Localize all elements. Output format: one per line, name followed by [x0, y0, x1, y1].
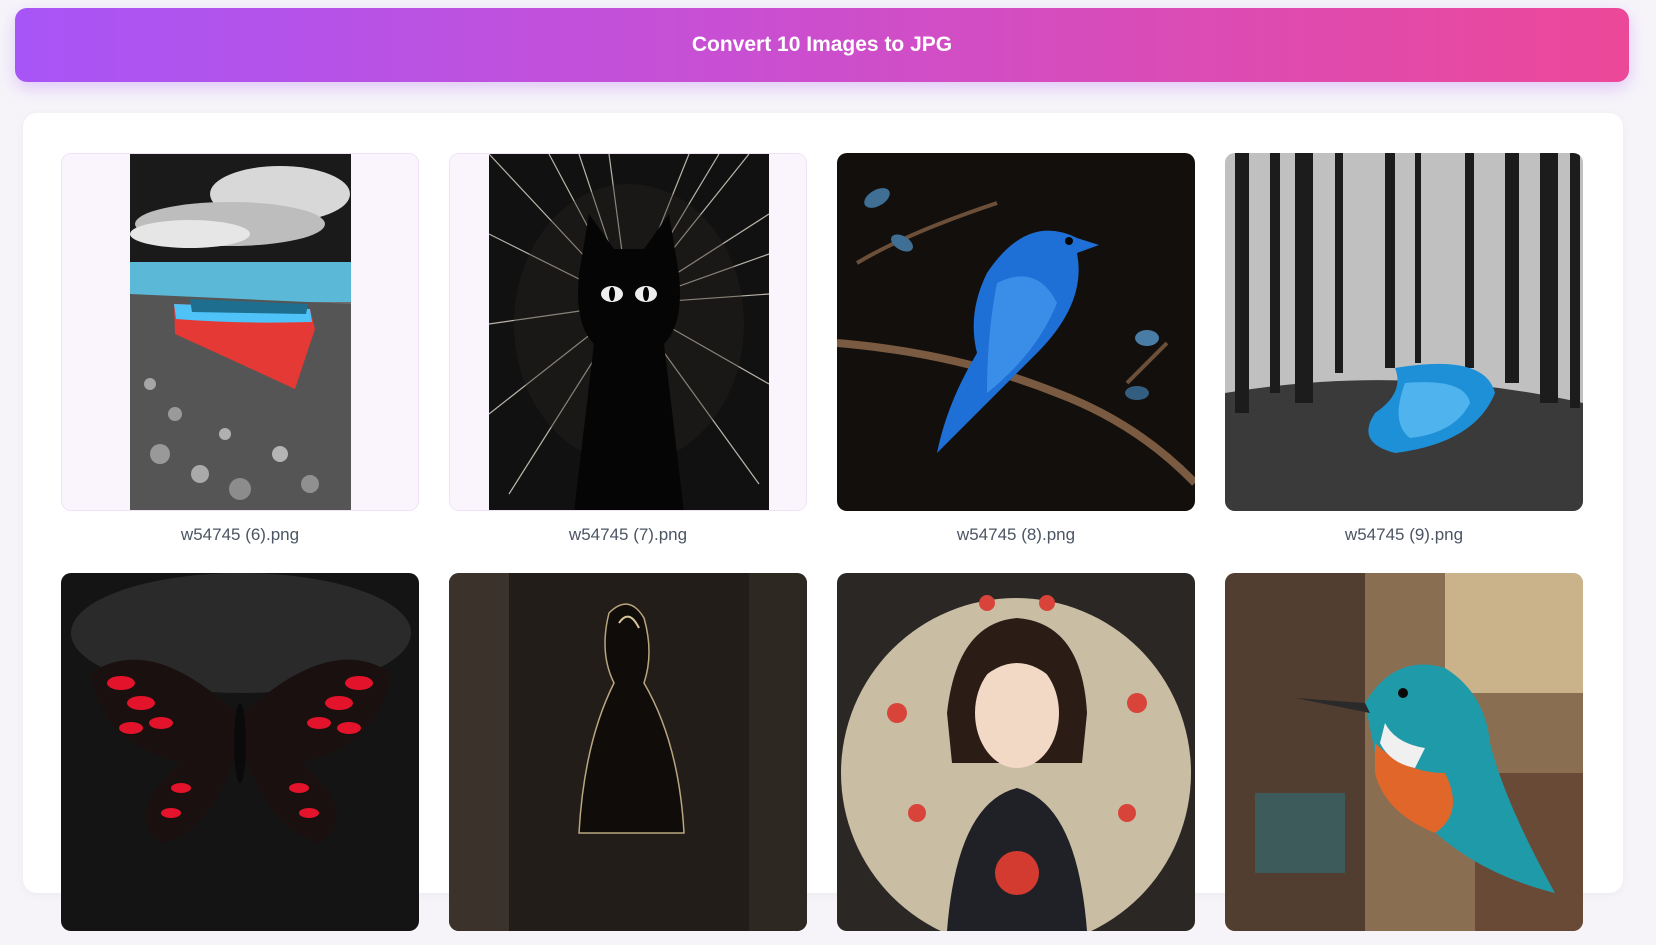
butterfly-image: [61, 573, 419, 931]
image-thumbnail[interactable]: [837, 153, 1195, 511]
dark-figure-image: [449, 573, 807, 931]
image-thumbnail[interactable]: [449, 153, 807, 511]
image-thumbnail[interactable]: [1225, 573, 1583, 931]
image-thumbnail[interactable]: [449, 573, 807, 931]
portrait-image: [837, 573, 1195, 931]
image-tile[interactable]: w54745 (7).png: [449, 153, 807, 545]
image-tile[interactable]: [61, 573, 419, 945]
forest-image: [1225, 153, 1583, 511]
image-tile[interactable]: w54745 (8).png: [837, 153, 1195, 545]
image-thumbnail[interactable]: [1225, 153, 1583, 511]
image-filename: w54745 (6).png: [180, 525, 300, 544]
image-filename: w54745 (8).png: [956, 525, 1076, 544]
image-thumbnail[interactable]: [61, 573, 419, 931]
image-grid: w54745 (6).png w54745 (7).png w54745 (8)…: [61, 153, 1583, 945]
image-thumbnail[interactable]: [837, 573, 1195, 931]
image-thumbnail[interactable]: [61, 153, 419, 511]
image-tile[interactable]: [837, 573, 1195, 945]
image-filename: w54745 (9).png: [1344, 525, 1464, 544]
boat-image: [62, 154, 418, 510]
cat-image: [450, 154, 806, 510]
image-tile[interactable]: w54745 (9).png: [1225, 153, 1583, 545]
convert-to-jpg-button[interactable]: Convert 10 Images to JPG: [15, 8, 1629, 82]
image-tile[interactable]: [1225, 573, 1583, 945]
blue-bird-image: [837, 153, 1195, 511]
image-tile[interactable]: [449, 573, 807, 945]
image-tile[interactable]: w54745 (6).png: [61, 153, 419, 545]
image-filename: w54745 (7).png: [568, 525, 688, 544]
kingfisher-image: [1225, 573, 1583, 931]
image-gallery-panel: w54745 (6).png w54745 (7).png w54745 (8)…: [23, 113, 1623, 931]
